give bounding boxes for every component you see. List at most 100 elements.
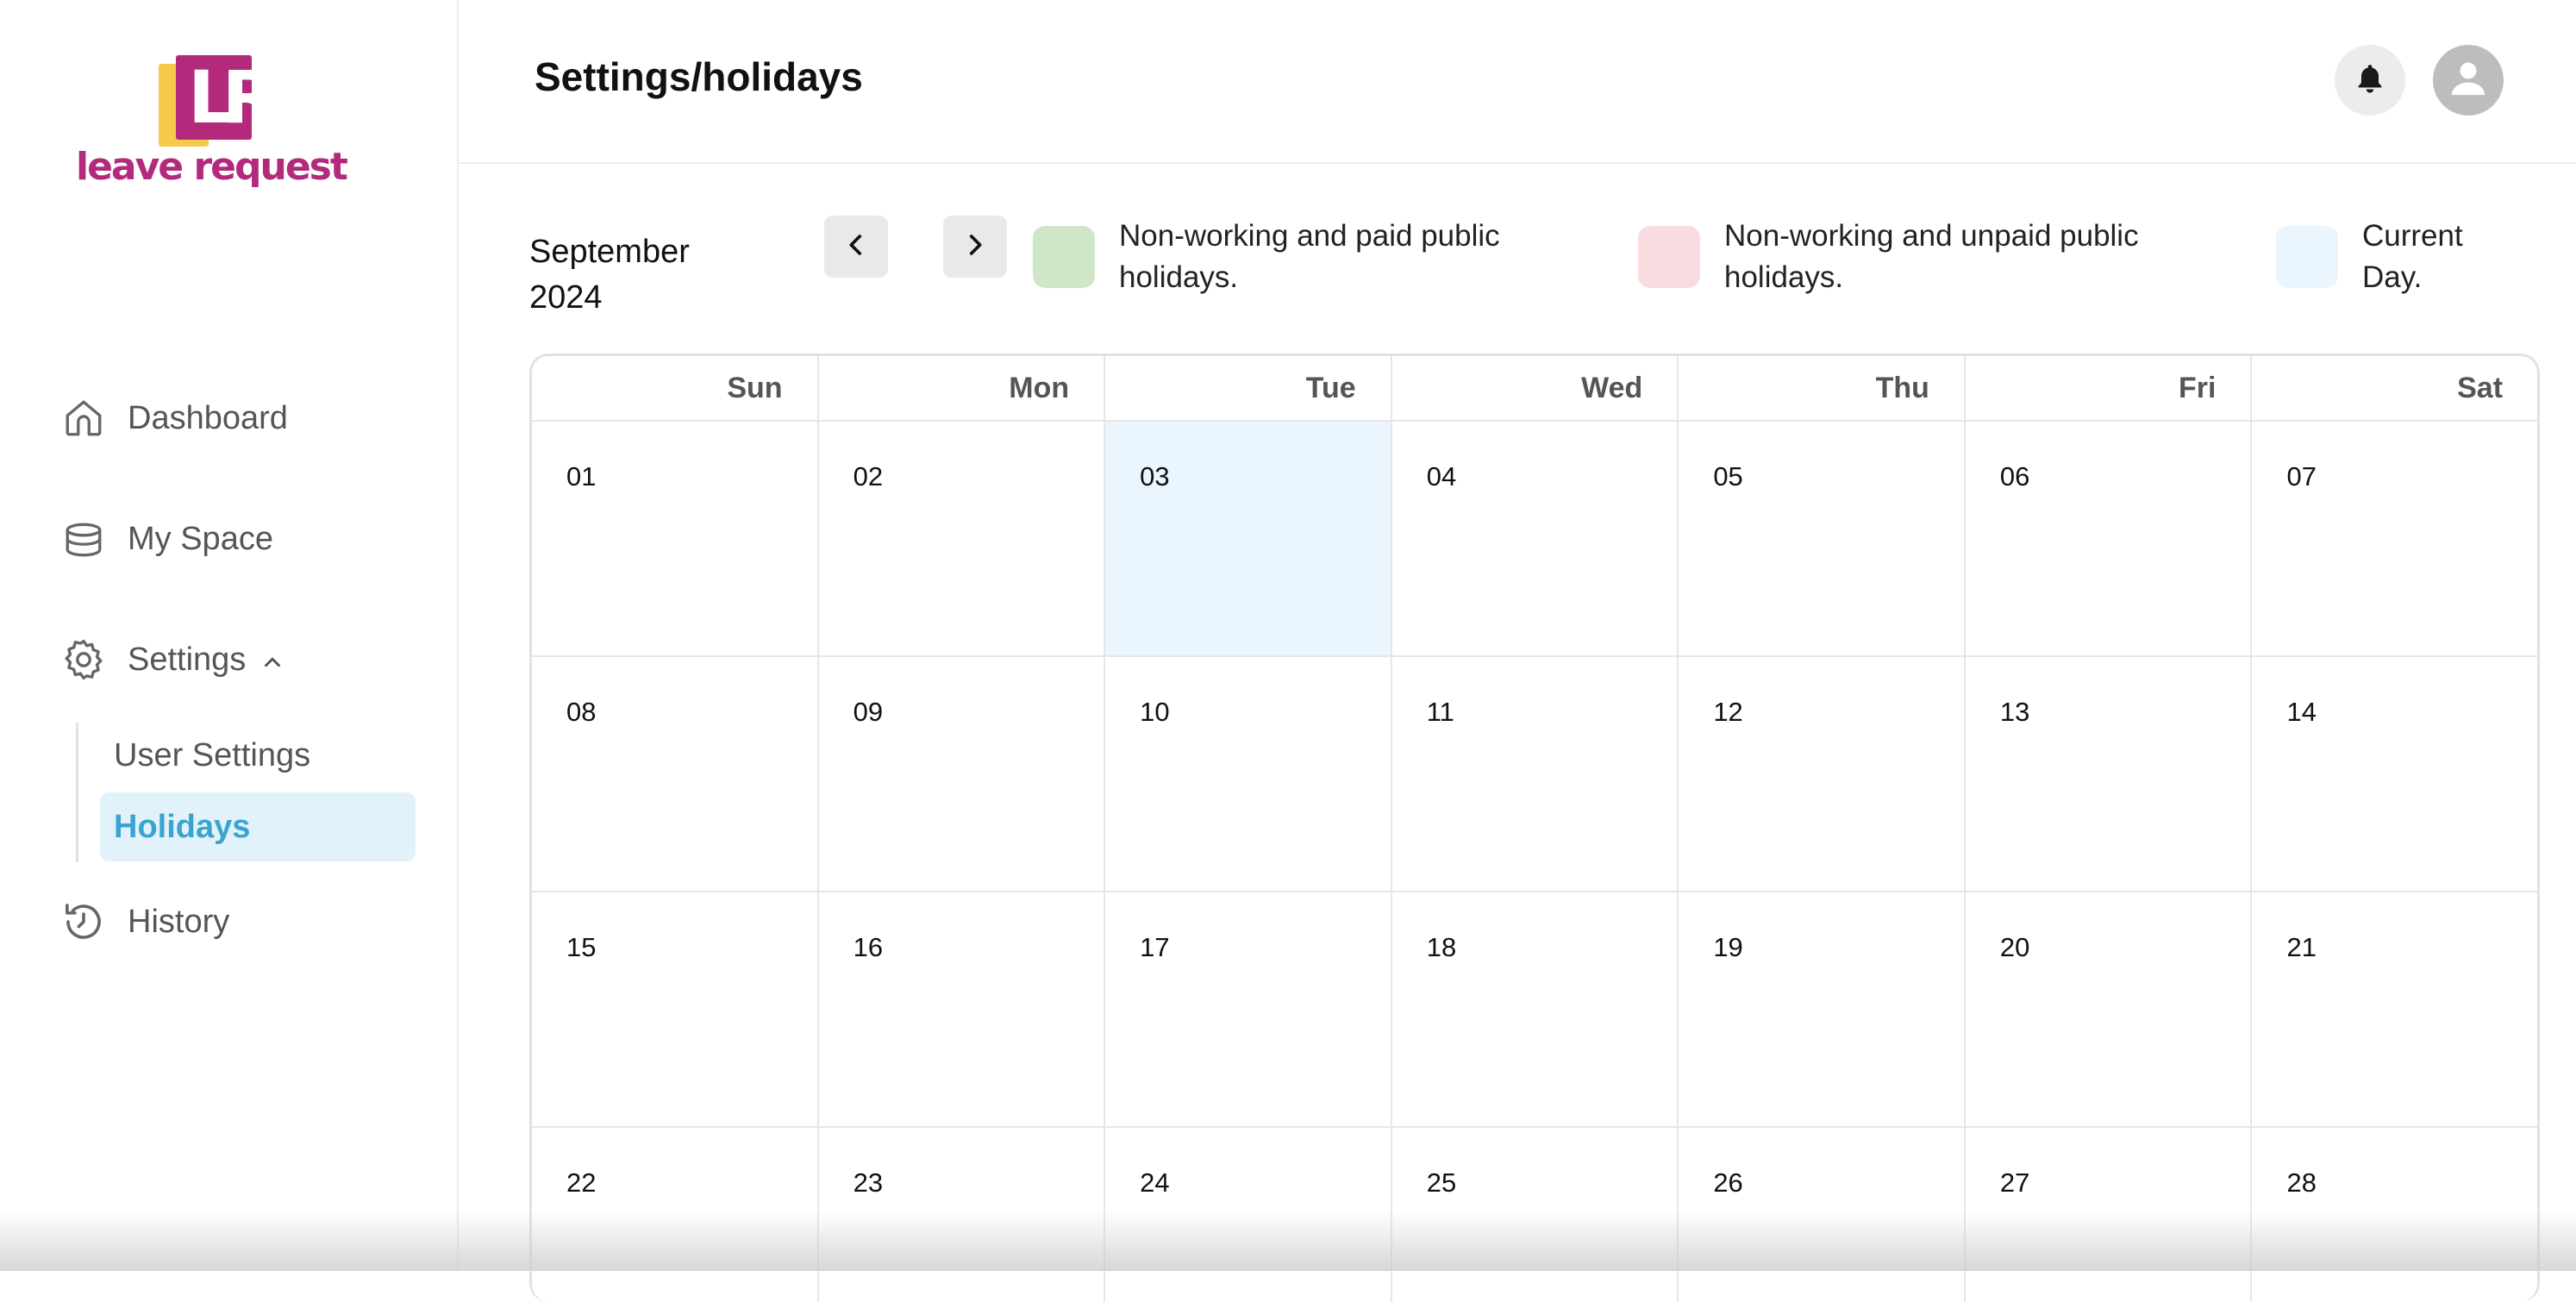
weekday-header-row: Sun Mon Tue Wed Thu Fri Sat bbox=[532, 356, 2537, 420]
next-month-button[interactable] bbox=[943, 216, 1007, 278]
weekday-header: Sun bbox=[727, 372, 783, 404]
weekday-header: Mon bbox=[816, 356, 1104, 420]
chevron-up-icon bbox=[259, 647, 285, 673]
day-number: 17 bbox=[1140, 932, 1170, 962]
calendar-day-cell[interactable]: 13 bbox=[1963, 657, 2251, 891]
sidebar-item-label: Settings bbox=[128, 641, 247, 678]
sidebar-item-settings[interactable]: Settings bbox=[60, 629, 285, 690]
user-avatar-button[interactable] bbox=[2433, 45, 2504, 116]
calendar-day-cell[interactable]: 04 bbox=[1390, 422, 1678, 655]
home-icon bbox=[60, 395, 107, 441]
calendar-day-cell[interactable]: 19 bbox=[1677, 892, 1964, 1126]
chevron-right-icon bbox=[960, 230, 990, 264]
sidebar-item-label: Dashboard bbox=[128, 399, 288, 436]
calendar-day-cell[interactable]: 05 bbox=[1677, 422, 1964, 655]
gear-icon bbox=[60, 636, 107, 683]
day-number: 25 bbox=[1426, 1167, 1457, 1198]
legend-swatch-unpaid-holiday bbox=[1638, 226, 1700, 288]
sidebar-item-history[interactable]: History bbox=[60, 892, 229, 952]
briefcase-icon bbox=[60, 516, 107, 562]
sidebar-item-label: My Space bbox=[128, 520, 273, 557]
user-avatar-icon bbox=[2445, 55, 2492, 106]
sidebar-item-label: History bbox=[128, 903, 230, 940]
day-number: 16 bbox=[853, 932, 884, 962]
top-header: Settings/holidays bbox=[459, 0, 2576, 164]
weekday-header: Tue bbox=[1104, 356, 1391, 420]
calendar-day-cell[interactable]: 20 bbox=[1963, 892, 2251, 1126]
sidebar: LR leave request Dashboard My Space Sett… bbox=[0, 0, 459, 1271]
day-number: 08 bbox=[566, 697, 597, 727]
sidebar-subitem-holidays[interactable]: Holidays bbox=[100, 792, 416, 861]
weekday-header: Thu bbox=[1677, 356, 1964, 420]
logo-text: leave request bbox=[76, 145, 348, 189]
calendar-day-cell[interactable]: 10 bbox=[1104, 657, 1391, 891]
legend-swatch-current-day bbox=[2276, 226, 2338, 288]
calendar-week-row: 15 16 17 18 19 20 21 bbox=[532, 891, 2537, 1126]
day-number: 19 bbox=[1713, 932, 1743, 962]
sidebar-item-dashboard[interactable]: Dashboard bbox=[60, 388, 288, 448]
day-number: 06 bbox=[1999, 461, 2030, 491]
calendar-day-cell-today[interactable]: 03 bbox=[1104, 422, 1391, 655]
calendar-grid: Sun Mon Tue Wed Thu Fri Sat 01 02 03 04 … bbox=[529, 354, 2540, 1302]
legend-label-paid-holiday: Non-working and paid public holidays. bbox=[1119, 219, 1500, 294]
day-number: 09 bbox=[853, 697, 884, 727]
day-number: 22 bbox=[566, 1167, 597, 1198]
day-number: 01 bbox=[566, 461, 597, 491]
sidebar-item-my-space[interactable]: My Space bbox=[60, 509, 273, 569]
day-number: 07 bbox=[2286, 461, 2317, 491]
current-month-label: September 2024 bbox=[529, 229, 728, 321]
sidebar-subitem-user-settings[interactable]: User Settings bbox=[100, 721, 310, 790]
calendar-week-row: 08 09 10 11 12 13 14 bbox=[532, 655, 2537, 891]
calendar-day-cell[interactable]: 07 bbox=[2250, 422, 2537, 655]
bottom-scroll-shadow bbox=[0, 1211, 2576, 1271]
logo-letters: LR bbox=[188, 55, 278, 140]
calendar-day-cell[interactable]: 21 bbox=[2250, 892, 2537, 1126]
weekday-header: Sat bbox=[2250, 356, 2537, 420]
app-logo[interactable]: LR leave request bbox=[76, 52, 348, 198]
calendar-day-cell[interactable]: 18 bbox=[1390, 892, 1678, 1126]
calendar-day-cell[interactable]: 11 bbox=[1390, 657, 1678, 891]
day-number: 04 bbox=[1426, 461, 1457, 491]
day-number: 27 bbox=[1999, 1167, 2030, 1198]
day-number: 05 bbox=[1713, 461, 1743, 491]
logo-mark: LR bbox=[159, 52, 278, 147]
calendar-day-cell[interactable]: 02 bbox=[816, 422, 1104, 655]
day-number: 14 bbox=[2286, 697, 2317, 727]
calendar-day-cell[interactable]: 16 bbox=[816, 892, 1104, 1126]
weekday-header: Wed bbox=[1390, 356, 1678, 420]
day-number: 23 bbox=[853, 1167, 884, 1198]
day-number: 10 bbox=[1140, 697, 1170, 727]
calendar-day-cell[interactable]: 17 bbox=[1104, 892, 1391, 1126]
page-title: Settings/holidays bbox=[535, 54, 863, 99]
calendar-day-cell[interactable]: 12 bbox=[1677, 657, 1964, 891]
calendar-day-cell[interactable]: 09 bbox=[816, 657, 1104, 891]
day-number: 21 bbox=[2286, 932, 2317, 962]
subnav-divider bbox=[76, 723, 78, 862]
weekday-header: Fri bbox=[1963, 356, 2251, 420]
calendar-day-cell[interactable]: 08 bbox=[532, 657, 817, 891]
day-number: 03 bbox=[1140, 461, 1170, 491]
calendar-week-row: 01 02 03 04 05 06 07 bbox=[532, 420, 2537, 655]
notifications-button[interactable] bbox=[2335, 45, 2405, 116]
calendar-day-cell[interactable]: 01 bbox=[532, 422, 817, 655]
day-number: 11 bbox=[1426, 697, 1454, 727]
day-number: 20 bbox=[1999, 932, 2030, 962]
day-number: 13 bbox=[1999, 697, 2030, 727]
calendar-day-cell[interactable]: 06 bbox=[1963, 422, 2251, 655]
month-name: September bbox=[529, 234, 690, 270]
legend-label-current-day: Current Day. bbox=[2362, 219, 2463, 294]
day-number: 26 bbox=[1713, 1167, 1743, 1198]
day-number: 15 bbox=[566, 932, 597, 962]
history-icon bbox=[60, 898, 107, 945]
calendar-day-cell[interactable]: 14 bbox=[2250, 657, 2537, 891]
calendar-day-cell[interactable]: 15 bbox=[532, 892, 817, 1126]
day-number: 28 bbox=[2286, 1167, 2317, 1198]
year: 2024 bbox=[529, 279, 603, 316]
bell-icon bbox=[2353, 61, 2387, 100]
day-number: 18 bbox=[1426, 932, 1457, 962]
day-number: 24 bbox=[1140, 1167, 1170, 1198]
legend-swatch-paid-holiday bbox=[1033, 226, 1095, 288]
chevron-left-icon bbox=[841, 230, 871, 264]
previous-month-button[interactable] bbox=[824, 216, 888, 278]
day-number: 02 bbox=[853, 461, 884, 491]
